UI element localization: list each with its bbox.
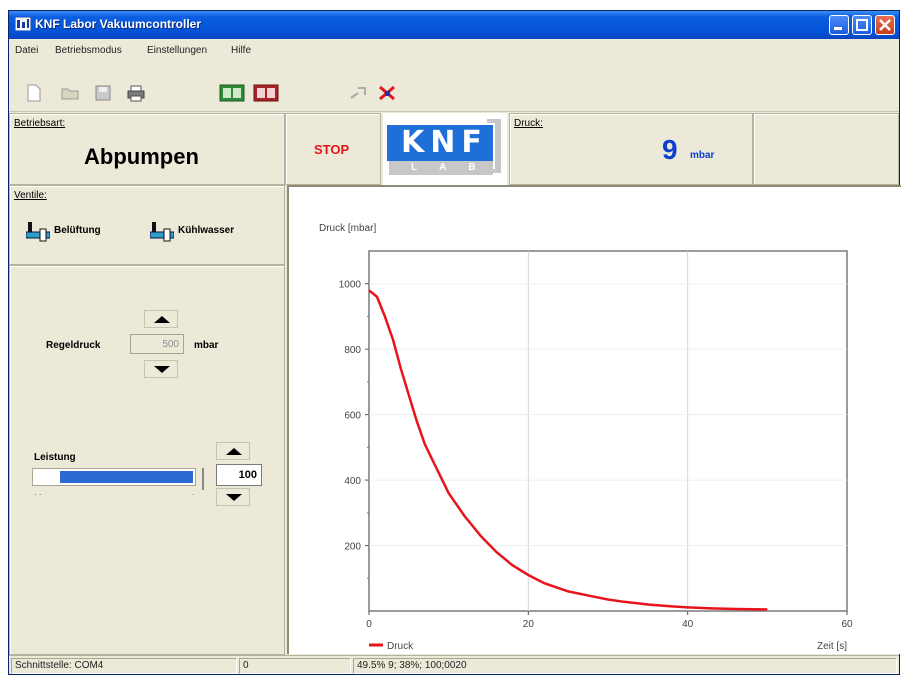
x-axis-title: Zeit [s] [817, 641, 847, 652]
close-button[interactable] [875, 15, 895, 35]
menu-datei[interactable]: Datei [15, 45, 38, 56]
power-slider[interactable] [32, 468, 196, 486]
stop-button[interactable]: STOP [285, 113, 381, 185]
setpoint-down-button[interactable] [144, 360, 178, 378]
setpoint-input[interactable] [130, 334, 184, 354]
menu-einstellungen[interactable]: Einstellungen [147, 45, 207, 56]
valves-label: Ventile: [14, 190, 47, 201]
export-data-icon[interactable] [219, 84, 245, 102]
y-tick-label: 400 [344, 476, 361, 487]
arrow-up-icon [226, 448, 242, 455]
app-icon [15, 17, 31, 31]
y-tick-label: 800 [344, 345, 361, 356]
open-folder-icon[interactable] [61, 84, 79, 102]
valve-vent-button[interactable]: Belüftung [26, 218, 134, 244]
setpoint-unit: mbar [194, 340, 219, 351]
y-axis-title: Druck [mbar] [319, 223, 376, 234]
maximize-icon [856, 19, 868, 31]
empty-status-panel [753, 113, 899, 185]
toolbar [9, 62, 899, 112]
main-window: KNF Labor Vakuumcontroller Datei Betrieb… [8, 10, 901, 675]
y-tick-label: 1000 [339, 280, 362, 291]
valve-cooling-button[interactable]: Kühlwasser [150, 218, 274, 244]
x-tick-label: 60 [841, 619, 853, 630]
maximize-button[interactable] [852, 15, 872, 35]
pressure-chart: 200 400 600 800 1000 0 20 40 60 Druck [mbar] Zeit … [287, 185, 901, 654]
setpoint-label: Regeldruck [46, 340, 101, 351]
control-panel: Regeldruck mbar Leistung · · · [9, 265, 285, 655]
y-tick-label: 600 [344, 411, 361, 422]
arrow-up-icon [154, 316, 170, 323]
disconnect-icon[interactable] [377, 84, 397, 102]
knf-logo: KNF LAB [383, 113, 507, 185]
pressure-value: 9 [662, 134, 678, 165]
power-input[interactable] [216, 464, 262, 486]
power-label: Leistung [34, 452, 76, 463]
valves-panel: Ventile: Belüftung Kühlwasser [9, 185, 285, 265]
arrow-down-icon [154, 366, 170, 373]
menu-hilfe[interactable]: Hilfe [231, 45, 251, 56]
save-icon[interactable] [95, 84, 111, 102]
valve-vent-label: Belüftung [54, 225, 101, 236]
operating-mode-value: Abpumpen [84, 144, 199, 169]
valve-icon [26, 222, 50, 242]
y-tick-label: 200 [344, 542, 361, 553]
setpoint-up-button[interactable] [144, 310, 178, 328]
legend-label: Druck [387, 641, 414, 652]
power-down-button[interactable] [216, 488, 250, 506]
status-info: 49.5% 9; 38%; 100;0020 [353, 658, 897, 674]
logo-lab-text: LAB [411, 162, 498, 173]
operating-mode-panel: Betriebsart: Abpumpen [9, 113, 285, 185]
export-chart-icon[interactable] [253, 84, 279, 102]
slider-tick-min: · · [34, 490, 42, 499]
pressure-panel: Druck: 9 mbar [509, 113, 753, 185]
status-bar: Schnittstelle: COM4 0 49.5% 9; 38%; 100;… [9, 655, 899, 675]
power-up-button[interactable] [216, 442, 250, 460]
title-bar[interactable]: KNF Labor Vakuumcontroller [9, 11, 899, 39]
new-file-icon[interactable] [27, 84, 41, 102]
x-tick-label: 40 [682, 619, 694, 630]
slider-divider [202, 468, 204, 490]
menu-bar: Datei Betriebsmodus Einstellungen Hilfe [9, 41, 899, 61]
menu-betriebsmodus[interactable]: Betriebsmodus [55, 45, 122, 56]
close-icon [879, 19, 891, 31]
x-tick-label: 0 [366, 619, 372, 630]
pressure-label: Druck: [514, 118, 543, 129]
minimize-button[interactable] [829, 15, 849, 35]
connect-icon[interactable] [349, 84, 367, 102]
pressure-unit: mbar [690, 150, 715, 161]
stop-button-label: STOP [314, 142, 350, 157]
x-tick-label: 20 [523, 619, 535, 630]
slider-tick-max: · [192, 490, 195, 499]
power-slider-fill [60, 471, 193, 483]
operating-mode-label: Betriebsart: [14, 118, 66, 129]
pressure-chart-svg: 200 400 600 800 1000 0 20 40 60 Druck [mbar] Zeit … [319, 223, 853, 652]
logo-knf-text: KNF [401, 125, 488, 160]
valve-cooling-label: Kühlwasser [178, 225, 235, 236]
status-counter: 0 [239, 658, 351, 674]
window-title: KNF Labor Vakuumcontroller [35, 17, 202, 31]
print-icon[interactable] [127, 84, 145, 102]
plot-frame [368, 250, 848, 612]
arrow-down-icon [226, 494, 242, 501]
minimize-icon [834, 27, 842, 30]
valve-icon [150, 222, 174, 242]
status-port: Schnittstelle: COM4 [11, 658, 237, 674]
